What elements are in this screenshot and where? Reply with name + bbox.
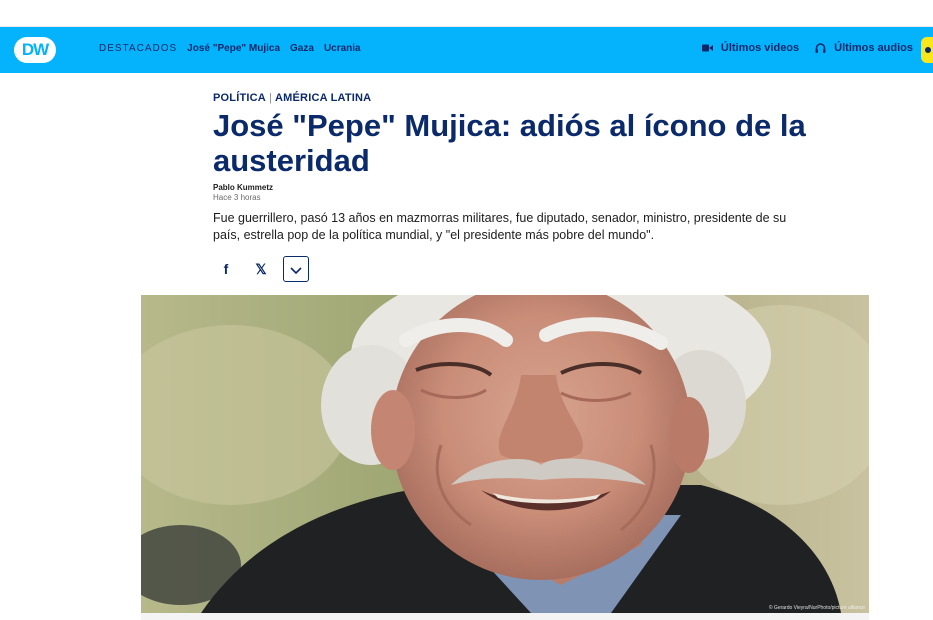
- x-share-button[interactable]: 𝕏: [248, 256, 274, 282]
- photo-credit: © Gerardo Vieyra/NurPhoto/picture allian…: [768, 605, 865, 611]
- nav-link-mujica[interactable]: José "Pepe" Mujica: [187, 43, 280, 54]
- kicker-section[interactable]: POLÍTICA: [213, 92, 266, 104]
- x-icon: 𝕏: [255, 260, 267, 277]
- article-lede: Fue guerrillero, pasó 13 años en mazmorr…: [213, 211, 787, 242]
- nav-link-gaza[interactable]: Gaza: [290, 43, 314, 54]
- more-share-button[interactable]: [283, 256, 309, 282]
- dw-logo[interactable]: DW: [14, 37, 56, 63]
- chevron-down-icon: [290, 261, 302, 277]
- latest-videos-link[interactable]: Últimos videos: [701, 42, 800, 54]
- portrait-illustration: [141, 295, 869, 613]
- media-nav: Últimos videos Últimos audios: [686, 42, 913, 54]
- nav-link-ucrania[interactable]: Ucrania: [324, 43, 361, 54]
- article-hero-image: © Gerardo Vieyra/NurPhoto/picture allian…: [141, 295, 869, 613]
- article-author[interactable]: Pablo Kummetz: [213, 183, 273, 192]
- live-dot-icon: [925, 47, 931, 53]
- latest-audios-label: Últimos audios: [834, 42, 913, 54]
- share-bar: f 𝕏: [213, 256, 309, 282]
- kicker-region[interactable]: AMÉRICA LATINA: [275, 92, 371, 104]
- video-camera-icon: [701, 44, 713, 52]
- facebook-share-button[interactable]: f: [213, 256, 239, 282]
- headphones-icon: [815, 43, 826, 53]
- kicker-separator: |: [268, 92, 272, 104]
- main-nav: DESTACADOS José "Pepe" Mujica Gaza Ucran…: [99, 43, 361, 54]
- article-timestamp: Hace 3 horas: [213, 193, 261, 202]
- site-header: DW DESTACADOS José "Pepe" Mujica Gaza Uc…: [0, 27, 933, 73]
- content-below-fold: [141, 613, 869, 620]
- nav-featured-label: DESTACADOS: [99, 43, 178, 54]
- latest-videos-label: Últimos videos: [720, 42, 800, 54]
- browser-top-strip: [0, 0, 933, 27]
- facebook-icon: f: [223, 261, 229, 277]
- article-title: José "Pepe" Mujica: adiós al ícono de la…: [213, 108, 806, 178]
- live-indicator[interactable]: [921, 37, 933, 63]
- latest-audios-link[interactable]: Últimos audios: [815, 42, 913, 54]
- article-kicker: POLÍTICA | AMÉRICA LATINA: [213, 92, 371, 104]
